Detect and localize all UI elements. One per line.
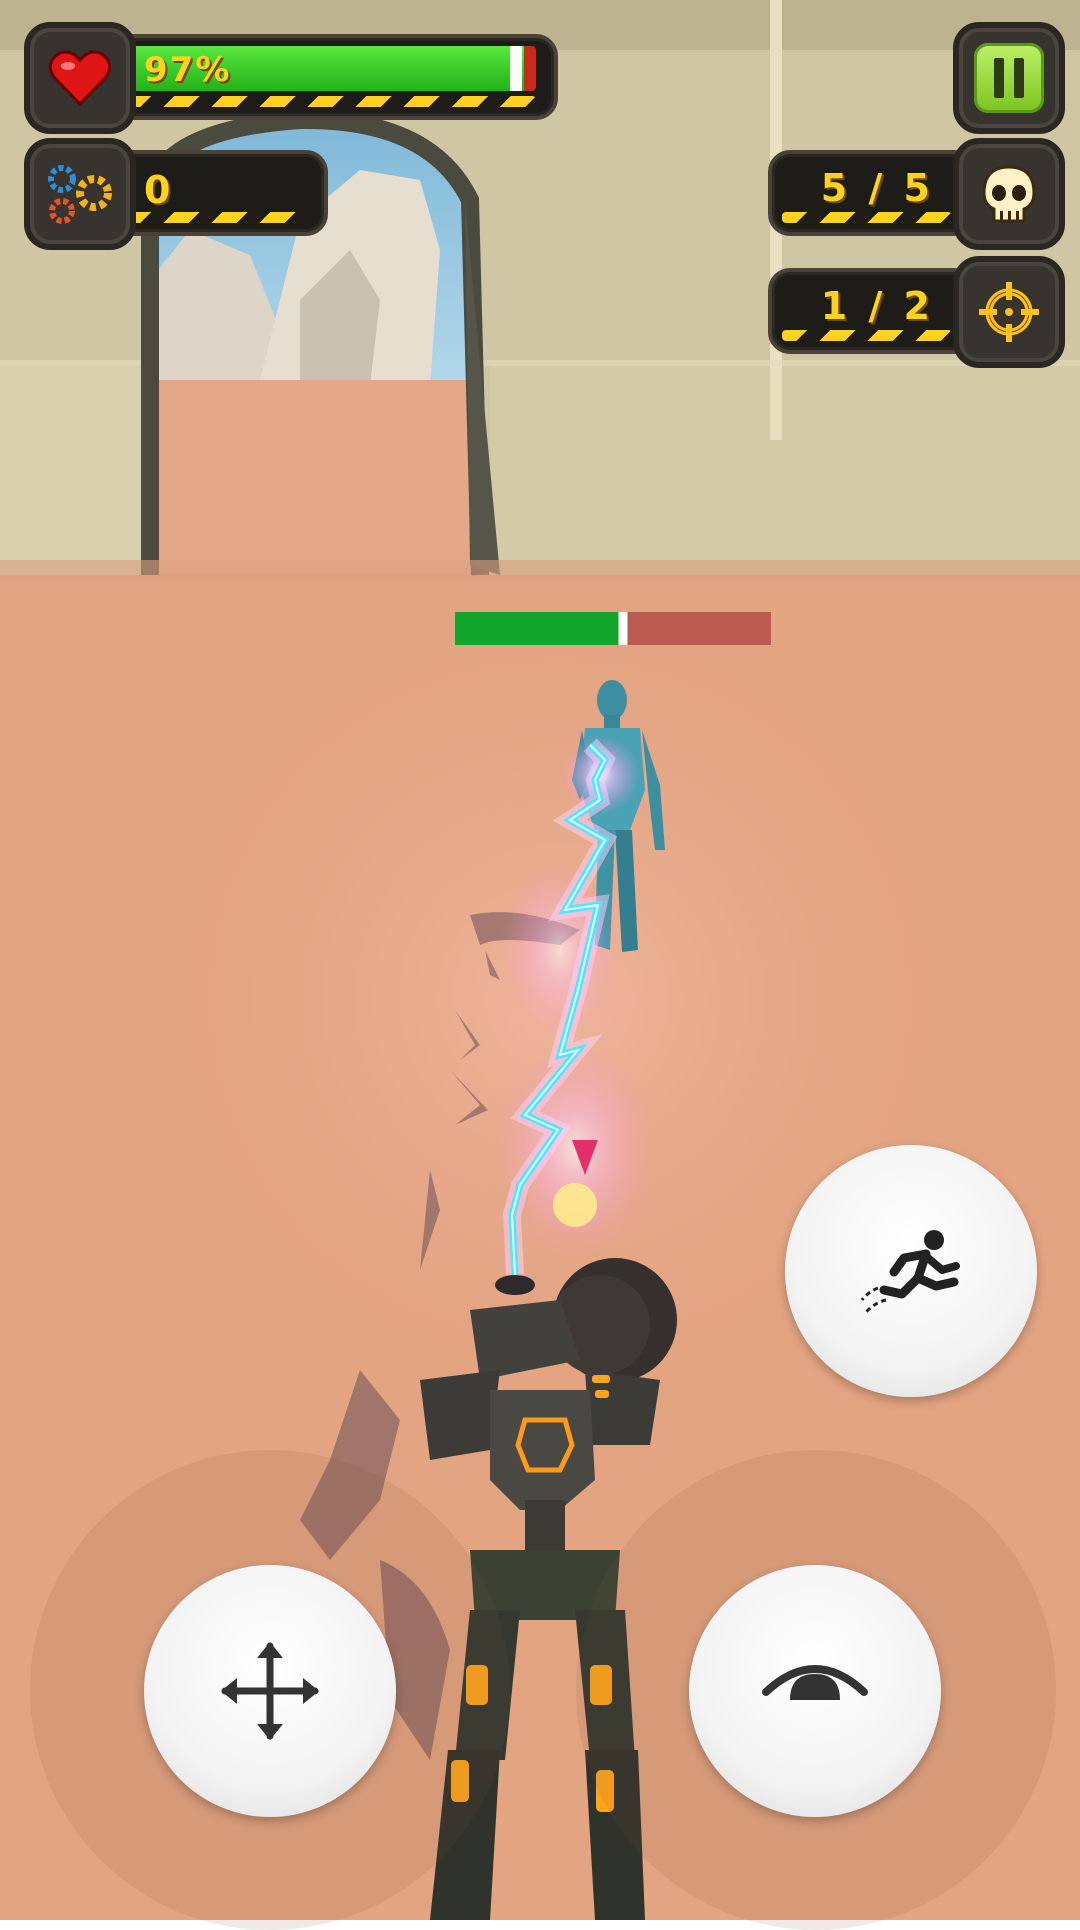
running-man-icon <box>860 1230 960 1314</box>
kills-counter: 5 / 5 <box>820 166 934 210</box>
gears-hazard-strip <box>126 212 306 223</box>
gears-panel: 0 <box>110 150 328 236</box>
targets-counter: 1 / 2 <box>820 284 934 328</box>
eye-icon <box>762 1665 868 1700</box>
dash-button[interactable] <box>785 1145 1037 1397</box>
move-arrows-icon <box>221 1642 319 1740</box>
health-badge <box>24 22 136 134</box>
health-hazard-strip <box>126 96 536 107</box>
gears-badge <box>24 138 136 250</box>
heart-icon <box>49 50 111 106</box>
health-panel: 97% <box>110 34 558 120</box>
pause-button[interactable] <box>953 22 1065 134</box>
kills-badge <box>953 138 1065 250</box>
enemy-health-bar-fill <box>455 612 623 645</box>
targets-badge <box>953 256 1065 368</box>
targets-hazard-strip <box>782 330 952 341</box>
kills-panel: 5 / 5 <box>768 150 976 236</box>
gears-icon <box>48 165 112 224</box>
skull-icon <box>982 165 1036 223</box>
gears-count: 0 <box>144 168 175 212</box>
crosshair-icon <box>979 282 1039 342</box>
move-joystick-button[interactable] <box>144 1565 396 1817</box>
kills-hazard-strip <box>782 212 952 223</box>
look-joystick-button[interactable] <box>689 1565 941 1817</box>
pause-icon <box>994 58 1024 98</box>
health-percent: 97% <box>144 50 232 90</box>
targets-panel: 1 / 2 <box>768 268 976 354</box>
